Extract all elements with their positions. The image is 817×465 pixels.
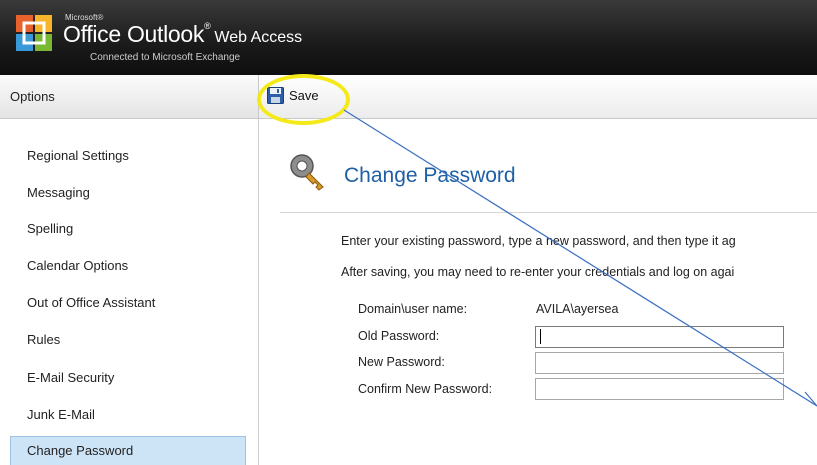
save-disk-icon <box>267 87 284 104</box>
product-name: Office Outlook® Web Access <box>63 21 302 48</box>
domain-user-value: AVILA\ayersea <box>536 302 619 316</box>
brand-suffix: Web Access <box>214 29 303 46</box>
confirm-password-label: Confirm New Password: <box>358 382 493 396</box>
sidebar-item-messaging[interactable]: Messaging <box>10 178 246 208</box>
options-bar: Options <box>0 75 259 119</box>
confirm-password-field[interactable] <box>535 378 784 400</box>
connection-status: Connected to Microsoft Exchange <box>90 52 241 63</box>
brand-tm: ® <box>204 21 211 31</box>
save-button[interactable]: Save <box>267 87 319 104</box>
save-label: Save <box>289 88 319 103</box>
sidebar-item-spelling[interactable]: Spelling <box>10 214 246 244</box>
old-password-label: Old Password: <box>358 329 440 343</box>
text-caret <box>540 329 541 344</box>
sidebar-item-out-of-office-assistant[interactable]: Out of Office Assistant <box>10 288 246 318</box>
domain-user-label: Domain\user name: <box>358 302 468 316</box>
options-title: Options <box>10 89 55 104</box>
sidebar-item-regional-settings[interactable]: Regional Settings <box>10 141 246 171</box>
app-header: Microsoft® Office Outlook® Web Access Co… <box>0 0 817 75</box>
instruction-text-2: After saving, you may need to re-enter y… <box>341 265 735 279</box>
instruction-text-1: Enter your existing password, type a new… <box>341 234 736 248</box>
sidebar-item-e-mail-security[interactable]: E-Mail Security <box>10 363 246 393</box>
key-icon <box>290 154 324 191</box>
office-logo-icon <box>16 15 52 51</box>
brand-main: Office Outlook <box>63 21 205 47</box>
sidebar-item-rules[interactable]: Rules <box>10 325 246 355</box>
sidebar-item-change-password[interactable]: Change Password <box>10 436 246 465</box>
old-password-field[interactable] <box>535 326 784 348</box>
sidebar-item-calendar-options[interactable]: Calendar Options <box>10 251 246 281</box>
options-sidebar: Regional Settings Messaging Spelling Cal… <box>0 119 259 465</box>
sidebar-item-junk-e-mail[interactable]: Junk E-Mail <box>10 400 246 430</box>
page-title: Change Password <box>344 164 516 187</box>
title-divider <box>280 212 817 213</box>
new-password-field[interactable] <box>535 352 784 374</box>
new-password-label: New Password: <box>358 355 445 369</box>
toolbar: Save <box>259 75 817 119</box>
